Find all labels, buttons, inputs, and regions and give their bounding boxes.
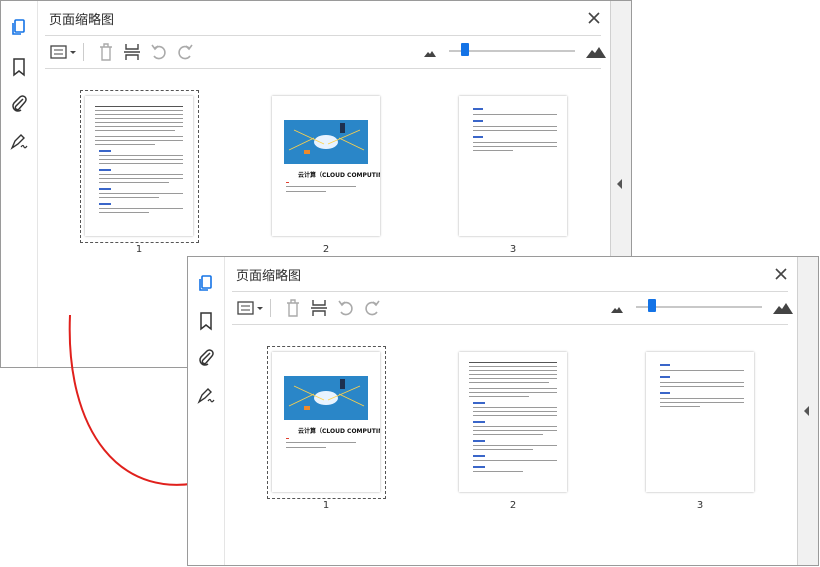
- toolbar-divider-line: [232, 324, 788, 325]
- toolbar-divider: [83, 43, 84, 61]
- zoom-slider-thumb[interactable]: [461, 43, 469, 56]
- panel-title: 页面缩略图: [49, 13, 115, 28]
- page-thumbnail-1[interactable]: [85, 96, 193, 236]
- page-number-label: 3: [696, 500, 704, 511]
- page-number-label: 2: [322, 244, 330, 255]
- page-thumbnail-3[interactable]: [459, 96, 567, 236]
- toolbar-divider: [270, 299, 271, 317]
- left-navigation-bar: [1, 1, 38, 367]
- collapse-arrow-icon[interactable]: [617, 179, 622, 189]
- close-icon[interactable]: [774, 266, 788, 280]
- rotate-ccw-icon[interactable]: [336, 297, 356, 319]
- zoom-small-icon[interactable]: [423, 41, 437, 63]
- cloud-computing-image: [284, 120, 368, 164]
- signature-icon[interactable]: [9, 131, 29, 151]
- thumbnail-toolbar: [37, 38, 609, 66]
- page-thumbnail-3[interactable]: [646, 352, 754, 492]
- collapse-arrow-icon[interactable]: [804, 406, 809, 416]
- rotate-ccw-icon[interactable]: [149, 41, 169, 63]
- right-collapse-bar[interactable]: [797, 257, 818, 565]
- zoom-large-icon[interactable]: [772, 297, 794, 319]
- rotate-cw-icon[interactable]: [175, 41, 195, 63]
- page-number-label: 1: [135, 244, 143, 255]
- panel-title: 页面缩略图: [236, 269, 302, 284]
- header-divider: [232, 291, 788, 292]
- zoom-large-icon[interactable]: [585, 41, 607, 63]
- page-thumbnail-2[interactable]: 云计算（CLOUD COMPUTING）: [272, 96, 380, 236]
- toolbar-divider-line: [45, 68, 601, 69]
- page-heading: 云计算（CLOUD COMPUTING）: [298, 172, 380, 179]
- page-thumbnails-icon[interactable]: [196, 273, 216, 293]
- panel-header: 页面缩略图: [224, 257, 796, 291]
- cloud-computing-image: [284, 376, 368, 420]
- bookmark-icon[interactable]: [9, 57, 29, 77]
- page-number-label: 3: [509, 244, 517, 255]
- bookmark-icon[interactable]: [196, 311, 216, 331]
- close-icon[interactable]: [587, 10, 601, 24]
- left-navigation-bar: [188, 257, 225, 565]
- options-icon[interactable]: [49, 41, 79, 63]
- attachment-icon[interactable]: [196, 347, 216, 367]
- header-divider: [45, 35, 601, 36]
- zoom-slider-thumb[interactable]: [648, 299, 656, 312]
- page-thumbnail-1[interactable]: 云计算（CLOUD COMPUTING）: [272, 352, 380, 492]
- delete-icon[interactable]: [97, 41, 115, 63]
- page-thumbnail-2[interactable]: [459, 352, 567, 492]
- options-icon[interactable]: [236, 297, 266, 319]
- insert-page-icon[interactable]: [123, 41, 141, 63]
- zoom-small-icon[interactable]: [610, 297, 624, 319]
- panel-header: 页面缩略图: [37, 1, 609, 35]
- page-heading: 云计算（CLOUD COMPUTING）: [298, 428, 380, 435]
- page-thumbnails-icon[interactable]: [9, 17, 29, 37]
- thumbnail-toolbar: [224, 294, 796, 322]
- signature-icon[interactable]: [196, 385, 216, 405]
- thumbnails-panel-after: 页面缩略图 云计算（CLOUD COMPUTI 1 2 3: [187, 256, 819, 566]
- page-number-label: 1: [322, 500, 330, 511]
- insert-page-icon[interactable]: [310, 297, 328, 319]
- page-number-label: 2: [509, 500, 517, 511]
- attachment-icon[interactable]: [9, 93, 29, 113]
- rotate-cw-icon[interactable]: [362, 297, 382, 319]
- delete-icon[interactable]: [284, 297, 302, 319]
